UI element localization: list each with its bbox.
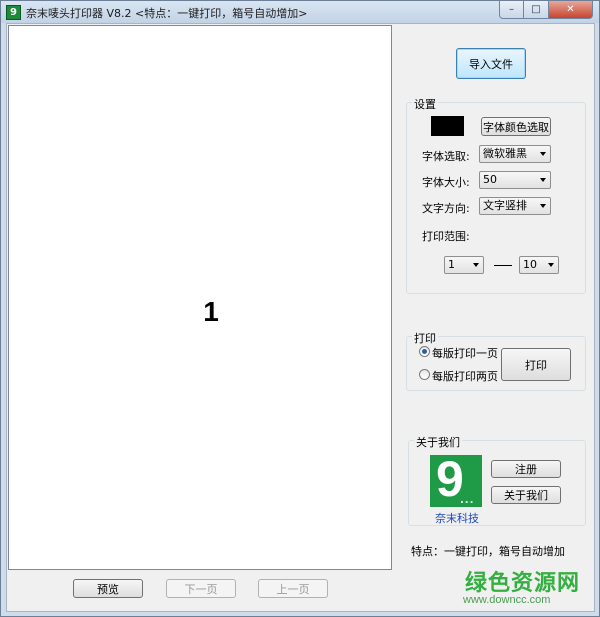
- logo-dots: ...: [460, 495, 475, 506]
- print-two-per-sheet-label[interactable]: 每版打印两页: [432, 368, 498, 384]
- print-button[interactable]: 打印: [501, 348, 571, 381]
- prev-page-button[interactable]: 上一页: [258, 579, 328, 598]
- import-file-button[interactable]: 导入文件: [456, 48, 526, 79]
- range-from-value: 1: [448, 258, 455, 271]
- company-logo: 9 ...: [430, 453, 482, 507]
- preview-button[interactable]: 预览: [73, 579, 143, 598]
- window-controls: – □ ✕: [499, 1, 593, 19]
- preview-canvas: 1: [8, 25, 392, 570]
- print-group-title: 打印: [412, 330, 438, 346]
- chevron-down-icon: [540, 204, 546, 208]
- register-button[interactable]: 注册: [491, 460, 561, 478]
- font-select-dropdown[interactable]: 微软雅黑: [479, 145, 551, 163]
- settings-group-title: 设置: [412, 96, 438, 112]
- maximize-button[interactable]: □: [524, 1, 549, 19]
- about-us-button[interactable]: 关于我们: [491, 486, 561, 504]
- client-area: 1 预览 下一页 上一页 导入文件 设置 字体颜色选取 字体选取: 微软雅黑 字…: [6, 23, 595, 612]
- preview-number: 1: [203, 296, 219, 327]
- feature-text: 特点：一键打印，箱号自动增加: [411, 545, 565, 558]
- font-color-button[interactable]: 字体颜色选取: [481, 117, 551, 136]
- watermark-url: www.downcc.com: [463, 594, 551, 606]
- close-button[interactable]: ✕: [549, 1, 593, 19]
- print-range-label: 打印范围:: [422, 230, 470, 243]
- font-select-value: 微软雅黑: [483, 147, 527, 160]
- chevron-down-icon: [540, 152, 546, 156]
- next-page-button[interactable]: 下一页: [166, 579, 236, 598]
- watermark-title: 绿色资源网: [465, 571, 581, 596]
- title-bar[interactable]: 9 奈末唛头打印器 V8.2 <特点：一键打印，箱号自动增加> – □ ✕: [1, 1, 599, 23]
- print-two-per-sheet-radio[interactable]: [419, 369, 430, 380]
- about-group-title: 关于我们: [414, 434, 462, 450]
- text-direction-label: 文字方向:: [422, 202, 470, 215]
- font-size-value: 50: [483, 173, 497, 186]
- font-size-label: 字体大小:: [422, 176, 470, 189]
- range-to-value: 10: [523, 258, 537, 271]
- app-icon: 9: [6, 5, 21, 20]
- window-title: 奈末唛头打印器 V8.2 <特点：一键打印，箱号自动增加>: [26, 7, 308, 20]
- text-direction-value: 文字竖排: [483, 199, 527, 212]
- font-select-label: 字体选取:: [422, 150, 470, 163]
- print-one-per-sheet-radio[interactable]: [419, 346, 430, 357]
- chevron-down-icon: [548, 263, 554, 267]
- text-direction-dropdown[interactable]: 文字竖排: [479, 197, 551, 215]
- minimize-button[interactable]: –: [499, 1, 524, 19]
- watermark: 绿色资源网 www.downcc.com: [449, 563, 584, 608]
- logo-caption: 奈末科技: [435, 512, 479, 525]
- font-color-swatch: [431, 116, 464, 136]
- range-separator: [494, 265, 512, 266]
- range-from-dropdown[interactable]: 1: [444, 256, 484, 274]
- app-window: 9 奈末唛头打印器 V8.2 <特点：一键打印，箱号自动增加> – □ ✕ 1 …: [0, 0, 600, 617]
- chevron-down-icon: [540, 178, 546, 182]
- print-one-per-sheet-label[interactable]: 每版打印一页: [432, 345, 498, 361]
- font-size-dropdown[interactable]: 50: [479, 171, 551, 189]
- chevron-down-icon: [473, 263, 479, 267]
- range-to-dropdown[interactable]: 10: [519, 256, 559, 274]
